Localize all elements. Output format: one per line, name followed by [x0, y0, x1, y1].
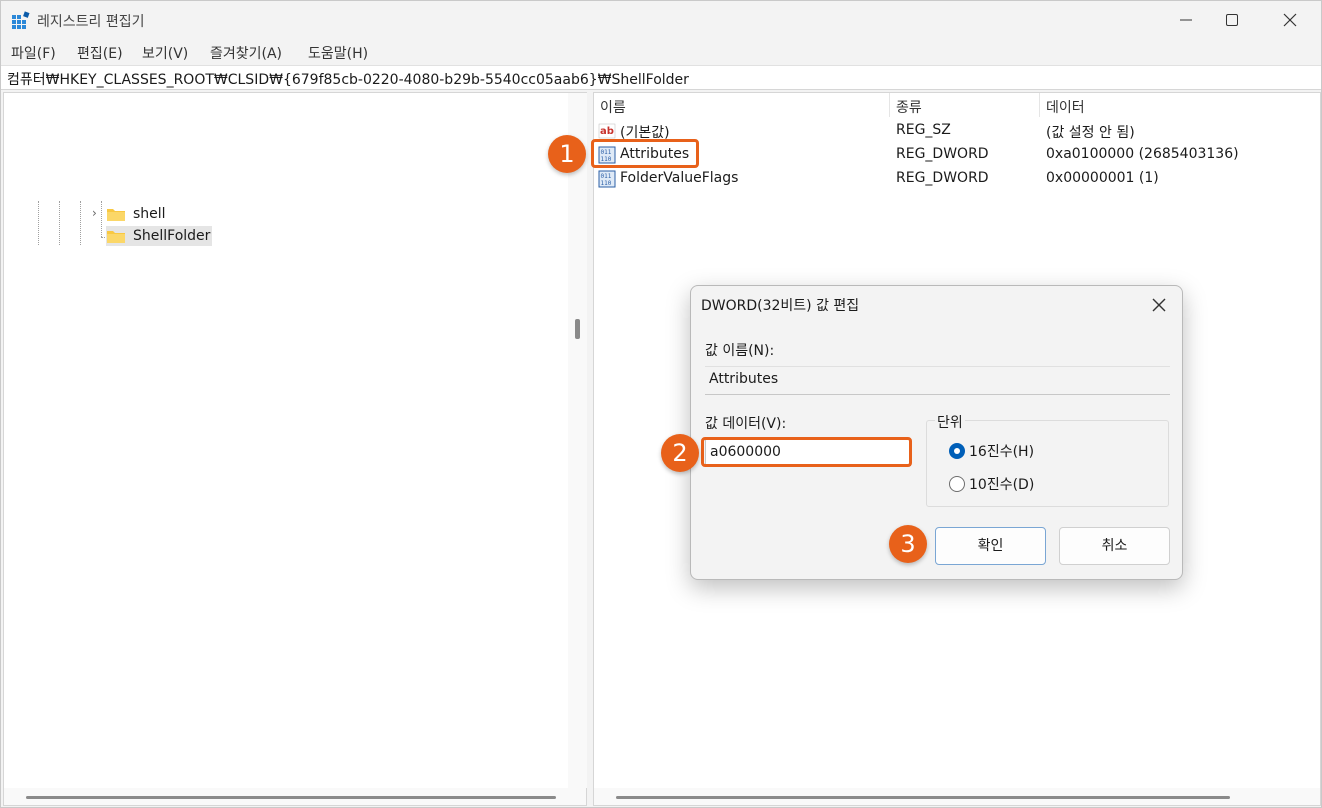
close-icon: [1152, 298, 1166, 312]
minimize-icon: [1180, 19, 1192, 21]
value-row-foldervalueflags[interactable]: 011 110 FolderValueFlags REG_DWORD 0x000…: [594, 168, 1294, 190]
highlight-attributes: [591, 139, 699, 168]
radio-decimal[interactable]: 10진수(D): [949, 474, 1034, 494]
highlight-data-input: [701, 437, 912, 467]
value-type: REG_DWORD: [896, 170, 989, 186]
menu-help[interactable]: 도움말(H): [308, 43, 368, 63]
address-path: 컴퓨터₩HKEY_CLASSES_ROOT₩CLSID₩{679f85cb-02…: [7, 72, 689, 88]
address-bar[interactable]: 컴퓨터₩HKEY_CLASSES_ROOT₩CLSID₩{679f85cb-02…: [1, 65, 1321, 90]
value-data: 0xa0100000 (2685403136): [1046, 146, 1239, 162]
menu-favorites[interactable]: 즐겨찾기(A): [210, 43, 282, 63]
values-hscroll-thumb[interactable]: [616, 796, 1230, 799]
minimize-button[interactable]: [1163, 1, 1209, 39]
tree-guide-line: [59, 201, 60, 245]
radio-hex-label: 16진수(H): [969, 444, 1035, 460]
radio-unselected-icon: [949, 476, 965, 492]
close-window-button[interactable]: [1267, 1, 1313, 39]
folder-icon: [107, 209, 125, 221]
window-title: 레지스트리 편집기: [37, 14, 145, 30]
tree-scroll-thumb[interactable]: [575, 319, 580, 339]
tree-guide-line: [101, 201, 102, 237]
value-row-attributes[interactable]: 011 110 Attributes REG_DWORD 0xa0100000 …: [594, 144, 1294, 166]
tree-hscroll-thumb[interactable]: [26, 796, 556, 799]
radio-selected-icon: [949, 443, 965, 459]
value-type: REG_SZ: [896, 122, 951, 138]
value-name: FolderValueFlags: [620, 170, 739, 186]
tree-vertical-scrollbar[interactable]: [568, 93, 587, 788]
menu-file[interactable]: 파일(F): [11, 43, 56, 63]
step-badge-1: 1: [548, 135, 586, 173]
step-badge-3: 3: [889, 525, 927, 563]
svg-text:ab: ab: [600, 126, 614, 137]
expand-chevron-icon[interactable]: ›: [92, 206, 97, 220]
tree-item-shell[interactable]: shell: [106, 204, 168, 224]
column-separator[interactable]: [889, 93, 890, 117]
maximize-button[interactable]: [1209, 1, 1255, 39]
close-icon: [1283, 13, 1297, 27]
column-header-data[interactable]: 데이터: [1046, 97, 1085, 117]
menu-edit[interactable]: 편집(E): [77, 43, 123, 63]
ok-button[interactable]: 확인: [935, 527, 1046, 565]
dialog-title: DWORD(32비트) 값 편집: [701, 298, 860, 314]
svg-text:011: 011: [601, 173, 612, 180]
value-row-default[interactable]: ab (기본값) REG_SZ (값 설정 안 됨): [594, 120, 1294, 142]
column-separator[interactable]: [1039, 93, 1040, 117]
tree-item-label: ShellFolder: [133, 228, 211, 244]
menu-bar: 파일(F) 편집(E) 보기(V) 즐겨찾기(A) 도움말(H): [1, 39, 1321, 65]
binary-value-icon: 011 110: [598, 170, 616, 188]
value-data: (값 설정 안 됨): [1046, 125, 1135, 141]
dialog-close-button[interactable]: [1147, 294, 1171, 316]
radio-dec-label: 10진수(D): [969, 477, 1035, 493]
column-header-type[interactable]: 종류: [896, 97, 922, 117]
registry-editor-window: 레지스트리 편집기 파일(F) 편집(E) 보기(V) 즐겨찾기(A) 도움말(…: [0, 0, 1322, 808]
cancel-button[interactable]: 취소: [1059, 527, 1170, 565]
step-badge-2: 2: [661, 434, 699, 472]
tree-horizontal-scrollbar[interactable]: [4, 788, 586, 805]
value-name-field: Attributes: [705, 366, 1170, 395]
registry-app-icon: [12, 11, 30, 29]
menu-view[interactable]: 보기(V): [142, 43, 188, 63]
value-data-label: 값 데이터(V):: [705, 416, 787, 432]
tree-guide-line: [38, 201, 39, 245]
tree-item-label: shell: [133, 206, 166, 222]
value-type: REG_DWORD: [896, 146, 989, 162]
maximize-icon: [1226, 14, 1238, 26]
radio-hexadecimal[interactable]: 16진수(H): [949, 441, 1034, 461]
column-header-name[interactable]: 이름: [600, 97, 626, 117]
base-group-label: 단위: [935, 412, 965, 432]
string-value-icon: ab: [598, 123, 616, 139]
edit-dword-dialog: DWORD(32비트) 값 편집 값 이름(N): Attributes 값 데…: [690, 285, 1183, 580]
value-name-label: 값 이름(N):: [705, 343, 775, 359]
tree-item-shellfolder[interactable]: ShellFolder: [106, 226, 213, 246]
svg-text:110: 110: [601, 180, 612, 187]
tree-guide-line: [80, 201, 81, 245]
title-bar: 레지스트리 편집기: [1, 1, 1321, 39]
folder-icon: [107, 231, 125, 243]
key-tree-pane[interactable]: › shell ShellFolder: [3, 92, 587, 806]
values-horizontal-scrollbar[interactable]: [594, 788, 1320, 805]
value-data: 0x00000001 (1): [1046, 170, 1159, 186]
